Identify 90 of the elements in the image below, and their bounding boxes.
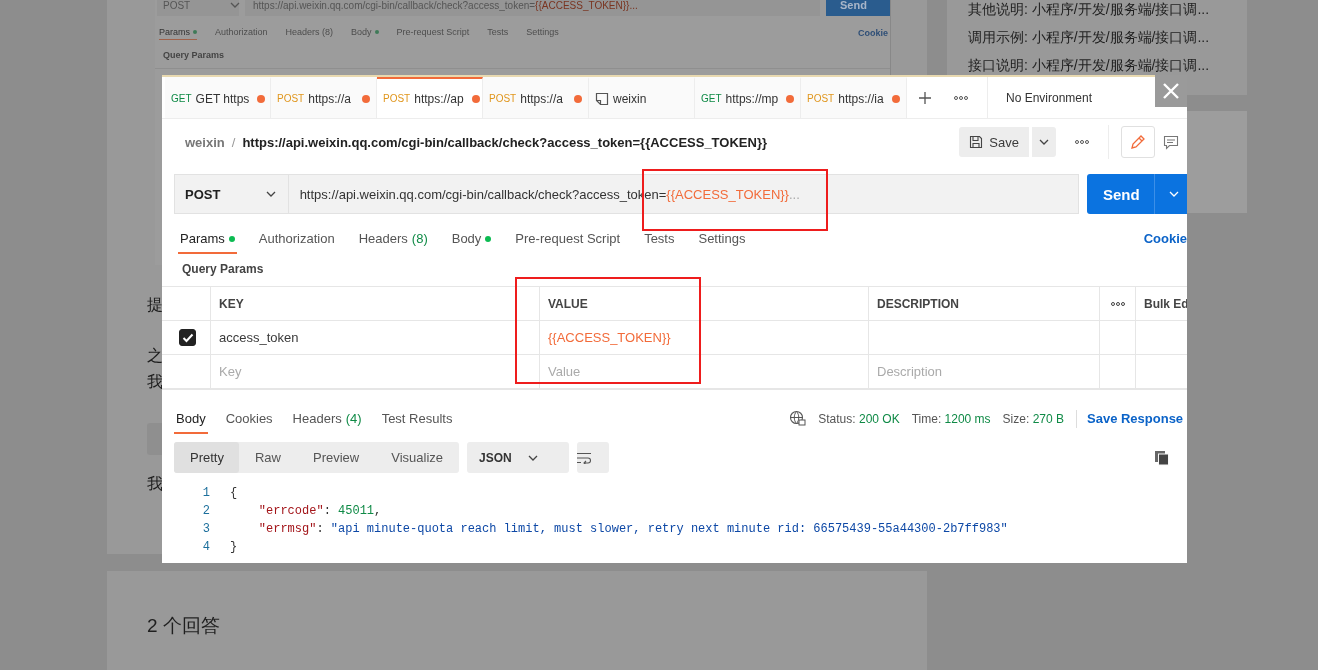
caret-icon: [527, 454, 538, 461]
breadcrumb-link[interactable]: weixin: [185, 134, 225, 150]
ellipsis-icon: [1075, 140, 1089, 144]
tab-label: Settings: [526, 27, 559, 39]
sidebar-link[interactable]: 调用示例: 小程序/开发/服务端/接口调...: [968, 29, 1247, 49]
request-name: https://api.weixin.qq.com/cgi-bin/callback/check?access_token={{ACCESS_TOKEN}}: [242, 134, 767, 150]
ellipsis-icon: [954, 95, 968, 100]
bulk-edit-link[interactable]: Bulk Ed: [1136, 287, 1187, 320]
tab-label: Authorization: [215, 27, 268, 39]
line-number: 4: [201, 540, 211, 554]
copy-icon: [1154, 449, 1170, 466]
column-header: VALUE: [540, 287, 869, 320]
tab-label: Body: [351, 27, 379, 39]
input-field[interactable]: Key: [219, 363, 309, 380]
request-tab[interactable]: GET GET https: [165, 77, 271, 118]
comment-icon: [1163, 134, 1179, 150]
request-tab[interactable]: POST https://ia: [801, 77, 907, 118]
request-tab[interactable]: weixin: [589, 77, 695, 118]
tab-label: Headers (8): [285, 27, 334, 39]
format-select[interactable]: JSON: [467, 442, 569, 473]
code-line: }: [230, 540, 238, 554]
response-meta: Time: 1200 ms: [911, 412, 991, 428]
edit-button[interactable]: [1121, 126, 1155, 158]
answers-heading: 2 个回答: [147, 613, 221, 638]
request-tab[interactable]: POST https://a: [483, 77, 589, 118]
tab-label: Params: [159, 26, 197, 40]
save-response-button[interactable]: Save Response: [1087, 411, 1187, 434]
tab[interactable]: Settings: [696, 231, 748, 254]
code-line: "errcode": 45011,: [257, 504, 382, 518]
plus-icon: [918, 90, 932, 105]
tab[interactable]: Body: [449, 231, 494, 254]
paragraph: 之: [147, 346, 163, 366]
document-icon: [595, 91, 609, 106]
tab-label: Tests: [487, 27, 509, 39]
tab[interactable]: Headers (8): [356, 231, 430, 254]
cookies-link[interactable]: Cookie: [1143, 231, 1187, 254]
view-option[interactable]: Visualize: [375, 442, 460, 473]
line-number: 1: [201, 486, 211, 500]
environment-select[interactable]: No Environment: [987, 77, 1146, 118]
code-line: "errmsg": "api minute-quota reach limit, must slower, retry next minute rid: 66575439-55a44300-2b7ff983": [257, 522, 1008, 536]
caret-icon: [265, 191, 276, 197]
column-header: KEY: [211, 287, 540, 320]
close-icon: [1162, 82, 1180, 100]
section-title: Query Params: [163, 50, 226, 60]
tab[interactable]: Params: [178, 231, 237, 254]
caret-icon: [1168, 191, 1179, 197]
input-field[interactable]: Value: [548, 363, 638, 380]
response-meta: Status: 200 OK: [818, 412, 900, 428]
response-meta: Size: 270 B: [1002, 412, 1064, 428]
save-options-button[interactable]: [1031, 127, 1056, 157]
paragraph: 我: [147, 372, 163, 392]
tab[interactable]: Pre-request Script: [513, 231, 623, 254]
send-button[interactable]: Send: [1087, 174, 1187, 214]
tab[interactable]: Body: [174, 411, 208, 434]
pencil-icon: [1130, 134, 1146, 150]
request-tab[interactable]: POST https://ap: [377, 77, 483, 118]
breadcrumb-separator: /: [231, 134, 236, 150]
request-tab[interactable]: POST https://a: [271, 77, 377, 118]
table-cell: {{ACCESS_TOKEN}}: [540, 321, 869, 354]
wrap-icon: [576, 451, 593, 464]
view-option[interactable]: Raw: [238, 442, 297, 473]
input-field[interactable]: Description: [877, 363, 967, 380]
table-cell: access_token: [211, 321, 540, 354]
request-tab[interactable]: GET https://mp: [695, 77, 801, 118]
wrap-lines-button[interactable]: [576, 442, 609, 473]
caret-icon: [230, 2, 241, 8]
url-field: https://api.weixin.qq.com/cgi-bin/callback/check?access_token={{ACCESS_TOKEN}}...: [245, 0, 820, 16]
paragraph: 我: [147, 474, 163, 494]
code-line: {: [230, 486, 238, 500]
tab-label: Pre-request Script: [396, 27, 470, 39]
tab[interactable]: Authorization: [256, 231, 337, 254]
view-option[interactable]: Pretty: [174, 442, 239, 473]
ellipsis-icon: [1110, 301, 1125, 306]
view-option[interactable]: Preview: [297, 442, 376, 473]
tab[interactable]: Headers (4): [290, 411, 364, 434]
line-number: 2: [201, 504, 211, 518]
section-title: Query Params: [181, 261, 265, 278]
checkbox[interactable]: [179, 329, 196, 346]
caret-icon: [1039, 139, 1049, 145]
column-header: DESCRIPTION: [869, 287, 1100, 320]
tab[interactable]: Tests: [642, 231, 677, 254]
save-button[interactable]: Save: [959, 127, 1029, 157]
line-number: 3: [201, 522, 211, 536]
method-select[interactable]: POST: [174, 174, 289, 214]
sidebar-link[interactable]: 其他说明: 小程序/开发/服务端/接口调...: [968, 1, 1247, 21]
tab[interactable]: Test Results: [379, 411, 455, 434]
tab[interactable]: Cookies: [223, 411, 275, 434]
globe-lock-icon: [789, 410, 807, 426]
paragraph: 提: [147, 295, 163, 315]
sidebar-link[interactable]: 接口说明: 小程序/开发/服务端/接口调...: [968, 57, 1247, 77]
